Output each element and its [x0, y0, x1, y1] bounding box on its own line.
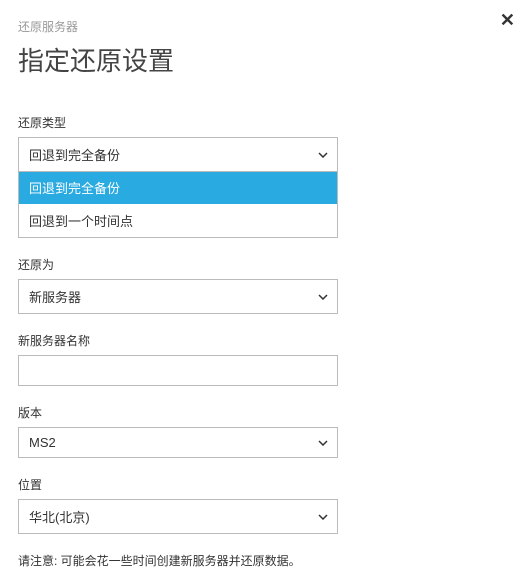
restore-type-option-point-in-time[interactable]: 回退到一个时间点 — [19, 204, 337, 237]
option-label: 回退到完全备份 — [29, 181, 120, 196]
server-name-input[interactable] — [18, 355, 338, 386]
close-button[interactable]: ✕ — [500, 10, 515, 31]
breadcrumb: 还原服务器 — [18, 18, 511, 35]
restore-type-value: 回退到完全备份 — [29, 145, 120, 164]
version-group: 版本 MS2 — [18, 404, 511, 458]
chevron-down-icon — [318, 440, 328, 446]
page-title: 指定还原设置 — [18, 41, 511, 78]
note-text: 请注意: 可能会花一些时间创建新服务器并还原数据。 — [18, 552, 511, 569]
chevron-down-icon — [318, 514, 328, 520]
server-name-group: 新服务器名称 — [18, 332, 511, 386]
restore-type-group: 还原类型 回退到完全备份 回退到完全备份 回退到一个时间点 — [18, 114, 511, 238]
location-value: 华北(北京) — [29, 507, 90, 526]
restore-type-label: 还原类型 — [18, 114, 511, 131]
restore-type-select[interactable]: 回退到完全备份 — [18, 137, 338, 172]
restore-as-value: 新服务器 — [29, 287, 81, 306]
chevron-down-icon — [318, 152, 328, 158]
restore-type-dropdown: 回退到完全备份 回退到一个时间点 — [18, 171, 338, 238]
location-select[interactable]: 华北(北京) — [18, 499, 338, 534]
option-label: 回退到一个时间点 — [29, 214, 133, 229]
restore-type-option-full-backup[interactable]: 回退到完全备份 — [19, 171, 337, 204]
restore-as-select[interactable]: 新服务器 — [18, 279, 338, 314]
version-label: 版本 — [18, 404, 511, 421]
restore-as-group: 还原为 新服务器 — [18, 256, 511, 314]
location-group: 位置 华北(北京) — [18, 476, 511, 534]
chevron-down-icon — [318, 294, 328, 300]
location-label: 位置 — [18, 476, 511, 493]
version-select[interactable]: MS2 — [18, 427, 338, 458]
restore-as-label: 还原为 — [18, 256, 511, 273]
version-value: MS2 — [29, 435, 56, 450]
server-name-label: 新服务器名称 — [18, 332, 511, 349]
close-icon: ✕ — [500, 10, 515, 30]
